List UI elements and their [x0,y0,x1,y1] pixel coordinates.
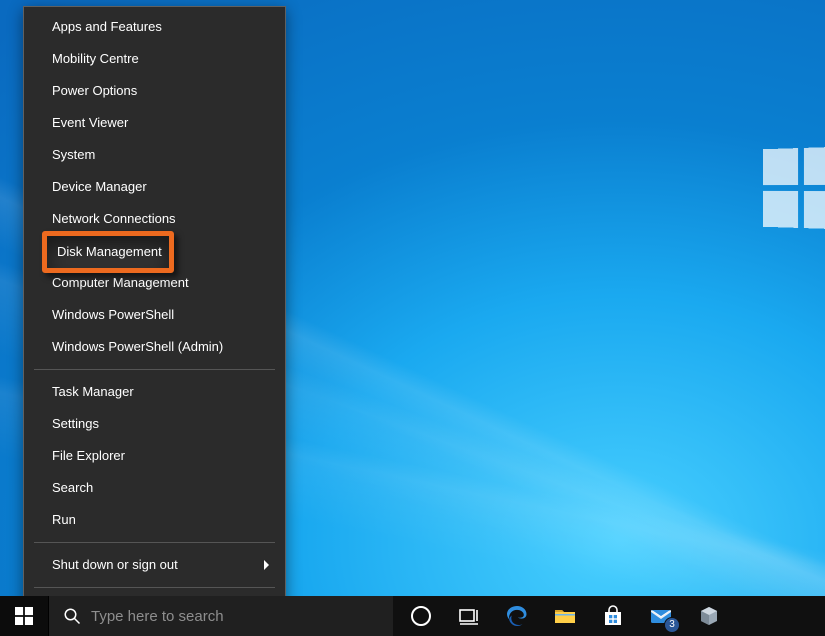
file-explorer-icon [553,604,577,628]
menu-task-manager[interactable]: Task Manager [24,376,285,408]
menu-windows-powershell-admin[interactable]: Windows PowerShell (Admin) [24,331,285,363]
search-icon [63,607,81,625]
menu-computer-management[interactable]: Computer Management [24,267,285,299]
menu-network-connections[interactable]: Network Connections [24,203,285,235]
cortana-icon [409,604,433,628]
menu-mobility-centre[interactable]: Mobility Centre [24,43,285,75]
menu-run[interactable]: Run [24,504,285,536]
menu-separator [34,587,275,588]
edge-icon [505,604,529,628]
menu-event-viewer[interactable]: Event Viewer [24,107,285,139]
taskbar-app-generic[interactable] [685,596,733,636]
taskbar-cortana[interactable] [397,596,445,636]
taskbar-task-view[interactable] [445,596,493,636]
menu-settings[interactable]: Settings [24,408,285,440]
mail-badge: 3 [665,618,679,632]
task-view-icon [457,604,481,628]
menu-shutdown-signout[interactable]: Shut down or sign out [24,549,285,581]
chevron-right-icon [263,559,271,571]
desktop: Apps and Features Mobility Centre Power … [0,0,825,636]
package-icon [697,604,721,628]
taskbar: Type here to search [0,596,825,636]
menu-apps-features[interactable]: Apps and Features [24,11,285,43]
menu-separator [34,542,275,543]
menu-disk-management[interactable]: Disk Management [24,235,285,267]
menu-windows-powershell[interactable]: Windows PowerShell [24,299,285,331]
taskbar-mail[interactable]: 3 [637,596,685,636]
taskbar-file-explorer[interactable] [541,596,589,636]
winx-power-menu[interactable]: Apps and Features Mobility Centre Power … [23,6,286,631]
menu-power-options[interactable]: Power Options [24,75,285,107]
windows-logo-icon [15,607,33,625]
taskbar-edge[interactable] [493,596,541,636]
windows-logo-wallpaper [763,147,825,230]
search-placeholder-text: Type here to search [91,608,224,625]
menu-system[interactable]: System [24,139,285,171]
taskbar-store[interactable] [589,596,637,636]
menu-separator [34,369,275,370]
menu-search[interactable]: Search [24,472,285,504]
store-icon [601,604,625,628]
menu-file-explorer[interactable]: File Explorer [24,440,285,472]
taskbar-search-box[interactable]: Type here to search [48,596,393,636]
start-button[interactable] [0,596,48,636]
menu-device-manager[interactable]: Device Manager [24,171,285,203]
